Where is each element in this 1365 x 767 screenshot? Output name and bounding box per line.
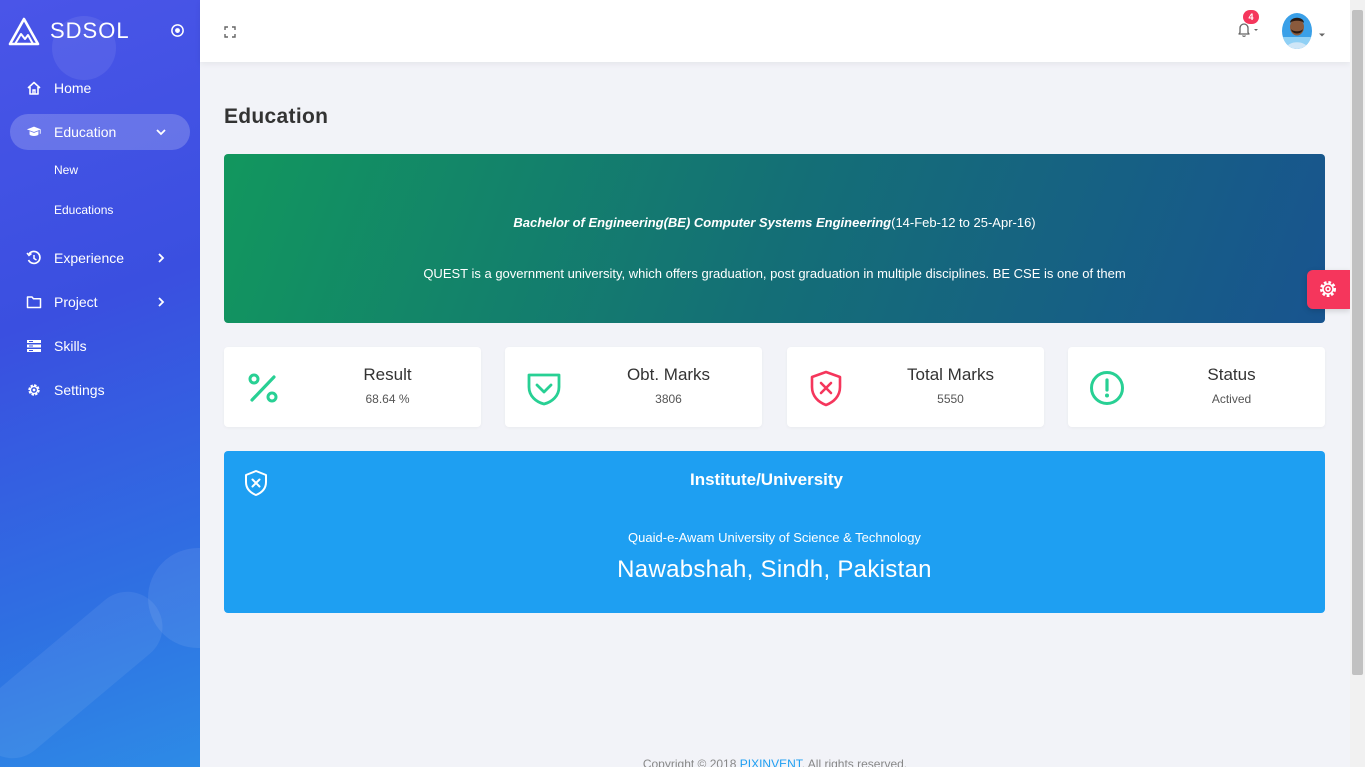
institute-heading: Institute/University — [224, 470, 1325, 490]
page-scrollbar[interactable] — [1350, 0, 1365, 767]
sidebar-item-label: Experience — [54, 250, 125, 266]
sidebar-item-label: Home — [54, 80, 92, 96]
sidebar-item-education[interactable]: Education — [10, 114, 190, 150]
status-card: Status Actived — [1068, 347, 1325, 427]
check-shield-icon — [527, 373, 561, 406]
card-title: Status — [1207, 365, 1256, 384]
caret-down-icon[interactable] — [1318, 32, 1326, 38]
scrollbar-thumb[interactable] — [1352, 10, 1363, 675]
customizer-toggle-button[interactable] — [1307, 270, 1350, 309]
sidebar-item-experience[interactable]: Experience — [10, 240, 190, 276]
gear-icon — [1320, 281, 1336, 297]
institute-heading-text: Institute/University — [689, 470, 844, 489]
total-marks-card: Total Marks 5550 — [787, 347, 1044, 427]
footer-copyright: Copyright © 2018 — [642, 757, 737, 767]
card-title: Total Marks — [907, 365, 994, 384]
sidebar-subitem-new[interactable]: New — [10, 150, 190, 190]
sidebar-item-settings[interactable]: Settings — [10, 372, 190, 408]
degree-line: Bachelor of Engineering(BE) Computer Sys… — [224, 215, 1325, 230]
sidebar-item-label: Settings — [54, 382, 105, 398]
card-value: 3806 — [655, 392, 682, 406]
brand[interactable]: SDSOL — [8, 16, 130, 46]
decor-band — [0, 577, 177, 767]
mountain-logo-icon — [8, 17, 40, 46]
footer: Copyright © 2018 PIXINVENT, All rights r… — [200, 757, 1350, 767]
card-value: 68.64 % — [365, 392, 410, 406]
footer-rights: , All rights reserved. — [801, 757, 908, 767]
sidebar-item-label: Skills — [54, 338, 87, 354]
sidebar-item-skills[interactable]: Skills — [10, 328, 190, 364]
fullscreen-icon[interactable] — [224, 26, 236, 38]
degree-title: Bachelor of Engineering(BE) Computer Sys… — [513, 215, 892, 230]
x-shield-icon — [810, 370, 842, 407]
stats-cards: Result 68.64 % Obt. Marks 3806 Total Mar… — [224, 347, 1325, 427]
degree-dates: (14-Feb-12 to 25-Apr-16) — [891, 215, 1036, 230]
notification-count-badge: 4 — [1243, 10, 1259, 24]
chevron-down-icon — [156, 129, 166, 136]
top-header: 4 — [200, 0, 1350, 62]
card-value: 5550 — [937, 392, 964, 406]
brand-name: SDSOL — [50, 18, 130, 43]
sidebar-item-project[interactable]: Project — [10, 284, 190, 320]
sidebar-nav: Home Education New Educations Experience… — [10, 70, 190, 416]
degree-description: QUEST is a government university, which … — [423, 266, 1126, 281]
home-icon — [26, 80, 42, 96]
gear-icon — [26, 382, 42, 398]
sidebar-item-label: Education — [54, 124, 117, 140]
graduation-cap-icon — [26, 124, 42, 140]
card-title: Result — [363, 365, 412, 384]
card-title: Obt. Marks — [626, 365, 711, 384]
sidebar-item-label: Project — [54, 294, 98, 310]
footer-link[interactable]: PIXINVENT — [740, 757, 802, 767]
list-icon — [26, 338, 42, 354]
institute-location: Nawabshah, Sindh, Pakistan — [617, 556, 932, 583]
history-icon — [26, 250, 42, 266]
alert-circle-icon — [1090, 371, 1124, 405]
sidebar-subitem-educations[interactable]: Educations — [10, 190, 190, 230]
sidebar-toggle-icon[interactable] — [170, 23, 185, 38]
card-value: Actived — [1211, 392, 1252, 406]
institute-name: Quaid-e-Awam University of Science & Tec… — [628, 530, 921, 545]
institute-card: Institute/University Quaid-e-Awam Univer… — [224, 451, 1325, 613]
sidebar-item-home[interactable]: Home — [10, 70, 190, 106]
user-avatar[interactable] — [1282, 13, 1312, 49]
page-title: Education — [224, 105, 329, 128]
education-hero-card: Bachelor of Engineering(BE) Computer Sys… — [224, 154, 1325, 323]
sidebar: SDSOL Home Education New Educations Expe… — [0, 0, 200, 767]
chevron-right-icon — [158, 297, 165, 307]
folder-icon — [26, 294, 42, 310]
result-card: Result 68.64 % — [224, 347, 481, 427]
percent-icon — [248, 373, 278, 403]
chevron-right-icon — [158, 253, 165, 263]
obtained-marks-card: Obt. Marks 3806 — [505, 347, 762, 427]
